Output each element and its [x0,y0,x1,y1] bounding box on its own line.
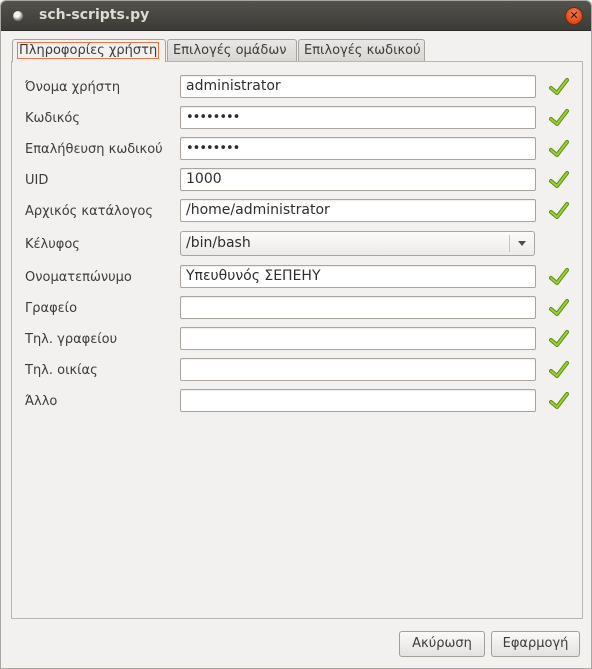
office-phone-valid-check-icon [549,330,569,347]
home-phone-field[interactable] [180,358,536,381]
tab-password-options-label: Επιλογές κωδικού [304,43,421,58]
home-phone-label: Τηλ. οικίας [25,363,98,378]
tab-user-info[interactable]: Πληροφορίες χρήστη [12,39,166,62]
close-icon: ✕ [569,9,579,22]
office-label: Γραφείο [25,301,78,316]
home-dir-field[interactable]: /home/administrator [180,199,536,222]
combobox-separator [509,235,510,252]
tab-user-info-label: Πληροφορίες χρήστη [16,42,160,59]
other-valid-check-icon [549,392,569,409]
full-name-valid-check-icon [549,268,569,285]
home-dir-label: Αρχικός κατάλογος [25,204,153,219]
full-name-label: Ονοματεπώνυμο [25,270,132,285]
apply-button[interactable]: Εφαρμογή [491,631,580,657]
close-button[interactable]: ✕ [565,7,583,25]
other-field[interactable] [180,389,536,412]
other-label: Άλλο [25,394,58,409]
chevron-down-icon[interactable] [518,241,526,246]
password-confirm-label: Επαλήθευση κωδικού [25,142,163,157]
app-icon [13,11,23,21]
uid-label: UID [25,173,49,188]
office-phone-label: Τηλ. γραφείου [25,332,118,347]
username-label: Όνομα χρήστη [25,80,121,95]
username-valid-check-icon [549,78,569,95]
password-field[interactable]: •••••••• [180,106,536,129]
tab-group-options[interactable]: Επιλογές ομάδων [167,39,297,61]
office-field[interactable] [180,296,536,319]
shell-label: Κέλυφος [25,237,80,252]
window-title: sch-scripts.py [39,7,150,23]
office-phone-field[interactable] [180,327,536,350]
full-name-field[interactable]: Υπευθυνός ΣΕΠΕΗΥ [180,265,536,288]
shell-combobox-value: /bin/bash [186,235,251,251]
tab-password-options[interactable]: Επιλογές κωδικού [298,39,425,61]
cancel-button[interactable]: Ακύρωση [399,631,485,657]
home-dir-valid-check-icon [549,202,569,219]
shell-combobox[interactable]: /bin/bash [180,231,535,256]
home-phone-valid-check-icon [549,361,569,378]
dialog-window: sch-scripts.py ✕ Πληροφορίες χρήστη Επιλ… [0,0,592,669]
password-label: Κωδικός [25,111,81,126]
username-field[interactable]: administrator [180,75,536,98]
uid-field[interactable]: 1000 [180,168,536,191]
password-confirm-field[interactable]: •••••••• [180,137,536,160]
title-bar[interactable]: sch-scripts.py ✕ [1,1,591,31]
tab-group-options-label: Επιλογές ομάδων [173,43,287,58]
office-valid-check-icon [549,299,569,316]
password-confirm-valid-check-icon [549,140,569,157]
uid-valid-check-icon [549,171,569,188]
password-valid-check-icon [549,109,569,126]
